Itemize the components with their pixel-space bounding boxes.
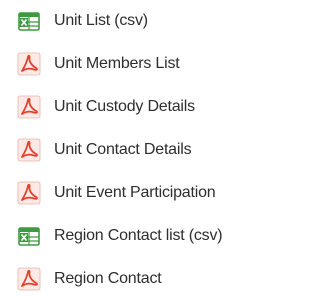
download-link-label: Unit List (csv) [54,12,148,29]
download-link-label: Unit Custody Details [54,98,195,115]
pdf-file-icon [16,51,42,77]
pdf-file-icon [16,137,42,163]
csv-file-icon [16,223,42,249]
download-link-label: Unit Members List [54,55,180,72]
pdf-file-icon [16,180,42,206]
csv-file-icon [16,8,42,34]
pdf-file-icon [16,94,42,120]
download-link-label: Region Contact [54,270,162,287]
download-link-unit-custody-details[interactable]: Unit Custody Details [0,90,273,124]
download-link-region-contact-list-csv[interactable]: Region Contact list (csv) [0,219,273,253]
download-link-unit-list-csv[interactable]: Unit List (csv) [0,4,273,38]
download-link-region-contact[interactable]: Region Contact [0,262,273,296]
download-link-label: Unit Contact Details [54,141,192,158]
download-link-unit-members-list[interactable]: Unit Members List [0,47,273,81]
download-link-label: Unit Event Participation [54,184,216,201]
download-link-unit-event-participation[interactable]: Unit Event Participation [0,176,273,210]
download-link-unit-contact-details[interactable]: Unit Contact Details [0,133,273,167]
download-link-label: Region Contact list (csv) [54,227,223,244]
pdf-file-icon [16,266,42,292]
